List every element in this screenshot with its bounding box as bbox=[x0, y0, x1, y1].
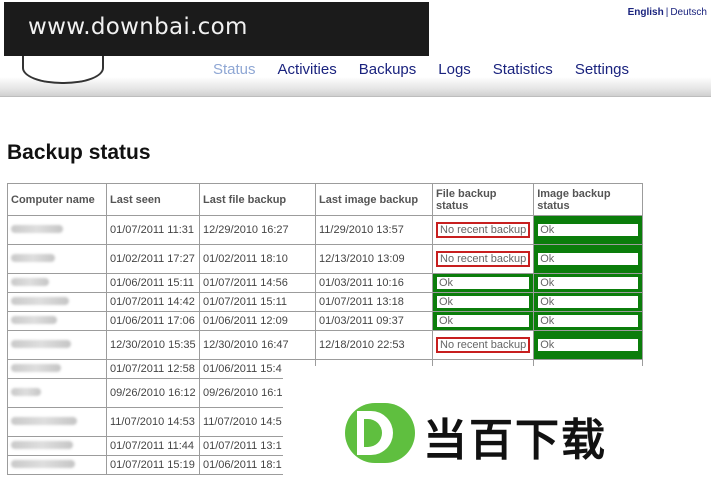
d-logo-icon bbox=[345, 403, 415, 463]
last-image-cell: 01/03/2011 10:16 bbox=[315, 273, 433, 293]
file-status-cell: Ok bbox=[431, 292, 535, 312]
redacted-name bbox=[11, 340, 71, 348]
file-status-badge: Ok bbox=[436, 295, 531, 309]
watermark-banner: www.downbai.com bbox=[4, 2, 429, 56]
computer-name-cell bbox=[7, 378, 107, 408]
last-seen-cell: 01/07/2011 11:31 bbox=[106, 215, 200, 245]
watermark-text: www.downbai.com bbox=[28, 14, 248, 40]
last-image-cell: 12/13/2010 13:09 bbox=[315, 244, 433, 274]
last-image-cell: 01/03/2011 09:37 bbox=[315, 311, 433, 331]
redacted-name bbox=[11, 278, 49, 286]
file-status-cell: Ok bbox=[431, 273, 535, 293]
last-seen-cell: 01/02/2011 17:27 bbox=[106, 244, 200, 274]
col-last-image-backup: Last image backup bbox=[315, 183, 433, 216]
file-status-badge: Ok bbox=[436, 276, 531, 290]
last-seen-cell: 01/07/2011 11:44 bbox=[106, 436, 200, 456]
redacted-name bbox=[11, 364, 61, 372]
redacted-name bbox=[11, 254, 55, 262]
lang-english-link[interactable]: English bbox=[628, 7, 664, 18]
col-computer-name: Computer name bbox=[7, 183, 107, 216]
image-status-cell: Ok bbox=[533, 244, 644, 274]
last-file-cell: 01/02/2011 18:10 bbox=[199, 244, 316, 274]
page-title: Backup status bbox=[7, 141, 151, 164]
last-seen-cell: 11/07/2010 14:53 bbox=[106, 407, 200, 437]
redacted-name bbox=[11, 316, 57, 324]
file-status-cell: No recent backup bbox=[431, 330, 535, 360]
lang-deutsch-link[interactable]: Deutsch bbox=[670, 7, 707, 18]
main-nav: Status Activities Backups Logs Statistic… bbox=[213, 61, 651, 78]
last-seen-cell: 01/07/2011 12:58 bbox=[106, 359, 200, 379]
redacted-name bbox=[11, 225, 63, 233]
computer-name-cell bbox=[7, 436, 107, 456]
computer-name-cell bbox=[7, 455, 107, 475]
last-seen-cell: 01/07/2011 15:19 bbox=[106, 455, 200, 475]
last-file-cell: 01/07/2011 15:11 bbox=[199, 292, 316, 312]
image-status-cell: Ok bbox=[533, 273, 644, 293]
redacted-name bbox=[11, 388, 41, 396]
image-status-cell: Ok bbox=[533, 330, 644, 360]
table-row[interactable]: 12/30/2010 15:35 12/30/2010 16:47 12/18/… bbox=[7, 330, 644, 360]
computer-name-cell bbox=[7, 330, 107, 360]
last-file-cell: 01/07/2011 14:56 bbox=[199, 273, 316, 293]
computer-name-cell bbox=[7, 292, 107, 312]
last-seen-cell: 09/26/2010 16:12 bbox=[106, 378, 200, 408]
computer-name-cell bbox=[7, 359, 107, 379]
last-file-cell: 12/29/2010 16:27 bbox=[199, 215, 316, 245]
computer-name-cell bbox=[7, 273, 107, 293]
last-image-cell: 12/18/2010 22:53 bbox=[315, 330, 433, 360]
last-file-cell: 12/30/2010 16:47 bbox=[199, 330, 316, 360]
col-image-backup-status: Image backup status bbox=[533, 183, 644, 216]
last-file-cell: 01/06/2011 12:09 bbox=[199, 311, 316, 331]
image-status-badge: Ok bbox=[537, 276, 640, 290]
col-last-file-backup: Last file backup bbox=[199, 183, 316, 216]
last-seen-cell: 12/30/2010 15:35 bbox=[106, 330, 200, 360]
file-status-badge: No recent backup bbox=[436, 337, 531, 353]
redacted-name bbox=[11, 297, 69, 305]
computer-name-cell bbox=[7, 407, 107, 437]
table-row[interactable]: 01/06/2011 15:11 01/07/2011 14:56 01/03/… bbox=[7, 273, 644, 293]
watermark-overlay: 当百下载 bbox=[283, 366, 711, 492]
image-status-cell: Ok bbox=[533, 215, 644, 245]
image-status-badge: Ok bbox=[537, 252, 640, 266]
nav-status[interactable]: Status bbox=[213, 61, 256, 78]
computer-name-cell bbox=[7, 311, 107, 331]
last-seen-cell: 01/06/2011 15:11 bbox=[106, 273, 200, 293]
table-row[interactable]: 01/07/2011 14:42 01/07/2011 15:11 01/07/… bbox=[7, 292, 644, 312]
col-file-backup-status: File backup status bbox=[431, 183, 535, 216]
table-header-row: Computer name Last seen Last file backup… bbox=[7, 183, 644, 216]
table-row[interactable]: 01/06/2011 17:06 01/06/2011 12:09 01/03/… bbox=[7, 311, 644, 331]
nav-settings[interactable]: Settings bbox=[575, 61, 629, 78]
image-status-badge: Ok bbox=[537, 223, 640, 237]
redacted-name bbox=[11, 441, 73, 449]
redacted-name bbox=[11, 417, 77, 425]
last-seen-cell: 01/07/2011 14:42 bbox=[106, 292, 200, 312]
table-row[interactable]: 01/07/2011 11:31 12/29/2010 16:27 11/29/… bbox=[7, 215, 644, 245]
nav-backups[interactable]: Backups bbox=[359, 61, 417, 78]
table-row[interactable]: 01/02/2011 17:27 01/02/2011 18:10 12/13/… bbox=[7, 244, 644, 274]
nav-activities[interactable]: Activities bbox=[278, 61, 337, 78]
nav-statistics[interactable]: Statistics bbox=[493, 61, 553, 78]
file-status-badge: No recent backup bbox=[436, 251, 531, 267]
watermark-overlay-text: 当百下载 bbox=[423, 415, 607, 466]
file-status-cell: No recent backup bbox=[431, 215, 535, 245]
image-status-badge: Ok bbox=[537, 338, 640, 352]
image-status-cell: Ok bbox=[533, 292, 644, 312]
nav-logs[interactable]: Logs bbox=[438, 61, 471, 78]
redacted-name bbox=[11, 460, 75, 468]
last-seen-cell: 01/06/2011 17:06 bbox=[106, 311, 200, 331]
col-last-seen: Last seen bbox=[106, 183, 200, 216]
file-status-badge: Ok bbox=[436, 314, 531, 328]
image-status-badge: Ok bbox=[537, 314, 640, 328]
language-switcher: English | Deutsch bbox=[628, 7, 707, 18]
computer-name-cell bbox=[7, 244, 107, 274]
file-status-badge: No recent backup bbox=[436, 222, 531, 238]
last-image-cell: 11/29/2010 13:57 bbox=[315, 215, 433, 245]
file-status-cell: Ok bbox=[431, 311, 535, 331]
last-image-cell: 01/07/2011 13:18 bbox=[315, 292, 433, 312]
image-status-cell: Ok bbox=[533, 311, 644, 331]
file-status-cell: No recent backup bbox=[431, 244, 535, 274]
image-status-badge: Ok bbox=[537, 295, 640, 309]
computer-name-cell bbox=[7, 215, 107, 245]
